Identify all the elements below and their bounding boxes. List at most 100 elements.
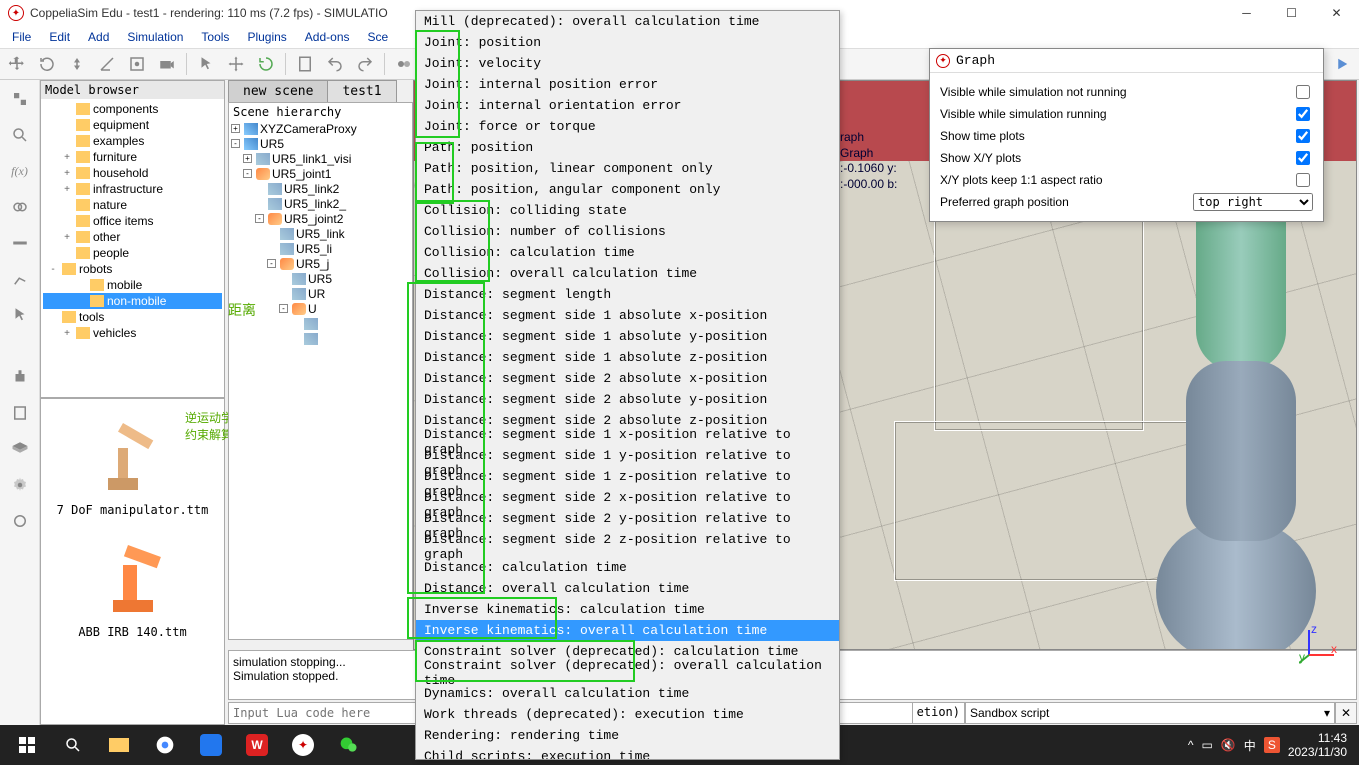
menu-item[interactable]: Distance: segment side 1 absolute x-posi… [416, 305, 839, 326]
search-icon[interactable] [5, 120, 35, 150]
script-selector[interactable]: Sandbox script▾ [965, 702, 1335, 724]
menu-item[interactable]: Collision: calculation time [416, 242, 839, 263]
hierarchy-item[interactable]: UR5_li [229, 241, 412, 256]
model-browser-item[interactable]: tools [43, 309, 222, 325]
menu-item[interactable]: Joint: internal position error [416, 74, 839, 95]
model-browser-item[interactable]: examples [43, 133, 222, 149]
clock[interactable]: 11:432023/11/30 [1288, 731, 1347, 760]
menu-item[interactable]: Path: position [416, 137, 839, 158]
sogou-icon[interactable]: S [1264, 737, 1280, 753]
model-browser-item[interactable]: equipment [43, 117, 222, 133]
hierarchy-item[interactable] [229, 331, 412, 346]
graph-option-checkbox[interactable] [1296, 107, 1310, 121]
model-browser-item[interactable]: people [43, 245, 222, 261]
redo-icon[interactable] [352, 51, 378, 77]
model-browser-item[interactable]: components [43, 101, 222, 117]
assembly-icon[interactable] [5, 84, 35, 114]
model-browser-item[interactable]: +vehicles [43, 325, 222, 341]
click-select-icon[interactable] [5, 300, 35, 330]
menu-item[interactable]: Constraint solver (deprecated): overall … [416, 662, 839, 683]
menu-item[interactable]: Child scripts: execution time [416, 746, 839, 760]
clear-button[interactable]: ✕ [1335, 702, 1357, 724]
hierarchy-item[interactable]: UR5_link2_ [229, 196, 412, 211]
menu-edit[interactable]: Edit [41, 28, 78, 46]
tab-new-scene[interactable]: new scene [228, 80, 328, 102]
script-icon[interactable] [5, 398, 35, 428]
hierarchy-item[interactable]: -UR5_j [229, 256, 412, 271]
menu-item[interactable]: Rendering: rendering time [416, 725, 839, 746]
menu-item[interactable]: Distance: segment length [416, 284, 839, 305]
menu-plugins[interactable]: Plugins [239, 28, 294, 46]
hierarchy-item[interactable]: UR5_link2 [229, 181, 412, 196]
app-icon-1[interactable] [188, 725, 234, 765]
wps-icon[interactable]: W [234, 725, 280, 765]
model-browser-item[interactable]: +household [43, 165, 222, 181]
menu-item[interactable]: Distance: segment side 2 absolute x-posi… [416, 368, 839, 389]
move-icon[interactable] [223, 51, 249, 77]
hierarchy-item[interactable]: UR5 [229, 271, 412, 286]
menu-item[interactable]: Collision: number of collisions [416, 221, 839, 242]
model-browser-item[interactable]: non-mobile [43, 293, 222, 309]
layers-icon[interactable] [5, 434, 35, 464]
graph-option-checkbox[interactable] [1296, 173, 1310, 187]
rotate-icon[interactable] [253, 51, 279, 77]
menu-item[interactable]: Distance: segment side 2 z-position rela… [416, 536, 839, 557]
menu-simulation[interactable]: Simulation [119, 28, 191, 46]
graph-position-select[interactable]: top right [1193, 193, 1313, 211]
start-button[interactable] [4, 725, 50, 765]
play-realtime-button[interactable] [1329, 51, 1355, 77]
graph-option-checkbox[interactable] [1296, 129, 1310, 143]
menu-item[interactable]: Joint: force or torque [416, 116, 839, 137]
graph-option-checkbox[interactable] [1296, 85, 1310, 99]
tray-chevron-icon[interactable]: ^ [1188, 738, 1194, 752]
ik-icon[interactable] [5, 264, 35, 294]
maximize-button[interactable]: ☐ [1269, 0, 1314, 26]
data-stream-type-menu[interactable]: Mill (deprecated): overall calculation t… [415, 10, 840, 760]
undo-icon[interactable] [322, 51, 348, 77]
camera-angle-icon[interactable] [94, 51, 120, 77]
camera-zoom-icon[interactable] [64, 51, 90, 77]
distance-icon[interactable] [5, 228, 35, 258]
model-browser-item[interactable]: nature [43, 197, 222, 213]
camera-icon[interactable] [154, 51, 180, 77]
hierarchy-item[interactable]: -U [229, 301, 412, 316]
menu-file[interactable]: File [4, 28, 39, 46]
hierarchy-item[interactable]: -UR5_joint1 [229, 166, 412, 181]
menu-item[interactable]: Inverse kinematics: overall calculation … [416, 620, 839, 641]
fx-icon[interactable]: f(x) [5, 156, 35, 186]
close-button[interactable]: ✕ [1314, 0, 1359, 26]
hierarchy-item[interactable]: UR [229, 286, 412, 301]
hierarchy-item[interactable]: UR5_link [229, 226, 412, 241]
model-browser-item[interactable]: +furniture [43, 149, 222, 165]
camera-pan-icon[interactable] [4, 51, 30, 77]
tab-test1[interactable]: test1 [327, 80, 396, 102]
volume-icon[interactable]: 🔇 [1221, 738, 1236, 752]
menu-item[interactable]: Distance: segment side 1 absolute z-posi… [416, 347, 839, 368]
menu-item[interactable]: Joint: position [416, 32, 839, 53]
page-icon[interactable] [292, 51, 318, 77]
menu-item[interactable]: Collision: overall calculation time [416, 263, 839, 284]
model-browser-item[interactable]: +other [43, 229, 222, 245]
menu-add[interactable]: Add [80, 28, 117, 46]
model-browser-item[interactable]: office items [43, 213, 222, 229]
search-taskbar-icon[interactable] [50, 725, 96, 765]
chrome-icon[interactable] [142, 725, 188, 765]
hierarchy-item[interactable]: +XYZCameraProxy [229, 121, 412, 136]
camera-rotate-icon[interactable] [34, 51, 60, 77]
hierarchy-item[interactable]: -UR5_joint2 [229, 211, 412, 226]
explorer-icon[interactable] [96, 725, 142, 765]
menu-scenes[interactable]: Sce [360, 28, 397, 46]
menu-item[interactable]: Distance: segment side 2 absolute y-posi… [416, 389, 839, 410]
menu-item[interactable]: Path: position, linear component only [416, 158, 839, 179]
model-browser-item[interactable]: -robots [43, 261, 222, 277]
menu-addons[interactable]: Add-ons [297, 28, 358, 46]
menu-item[interactable]: Distance: overall calculation time [416, 578, 839, 599]
menu-item[interactable]: Distance: segment side 1 absolute y-posi… [416, 326, 839, 347]
wechat-icon[interactable] [326, 725, 372, 765]
coppeliasim-taskbar-icon[interactable]: ✦ [280, 725, 326, 765]
menu-item[interactable]: Joint: velocity [416, 53, 839, 74]
menu-item[interactable]: Collision: colliding state [416, 200, 839, 221]
hierarchy-item[interactable] [229, 316, 412, 331]
hierarchy-item[interactable]: +UR5_link1_visi [229, 151, 412, 166]
model-browser-item[interactable]: mobile [43, 277, 222, 293]
